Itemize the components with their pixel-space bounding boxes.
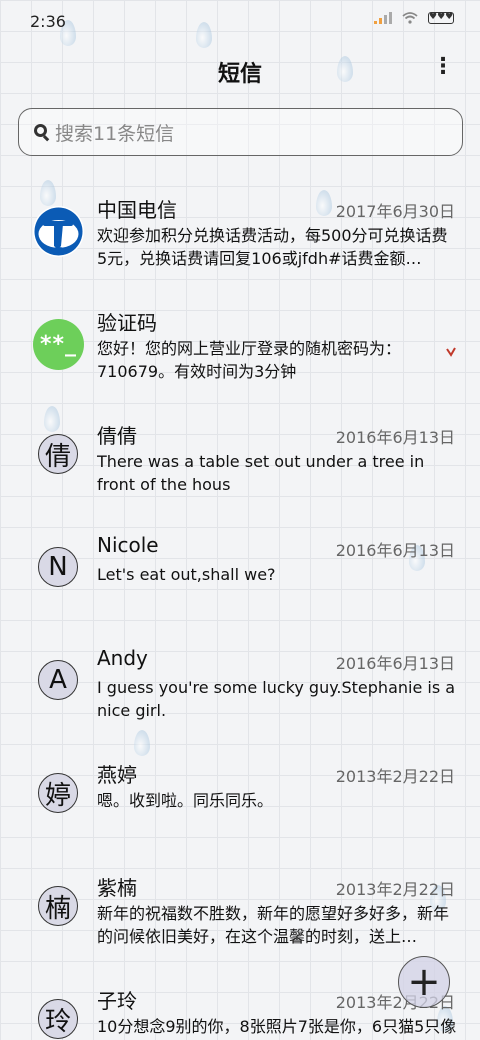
message-preview: Let's eat out,shall we? bbox=[97, 565, 276, 584]
verification-code-avatar: **_ bbox=[33, 319, 84, 370]
message-date: 2017年6月30日 bbox=[335, 202, 455, 221]
conversation-item[interactable]: **_ 验证码 您好！您的网上营业厅登录的随机密码为：710679。有效时间为3… bbox=[0, 289, 480, 402]
app-header: 短信 ⋮ bbox=[0, 44, 480, 100]
battery-icon: ♥♥♥ bbox=[428, 12, 454, 24]
contact-name: 中国电信 bbox=[97, 198, 177, 222]
message-preview: There was a table set out under a tree i… bbox=[97, 452, 425, 494]
contact-name: 燕婷 bbox=[97, 763, 137, 787]
contact-name: Nicole bbox=[97, 533, 159, 557]
message-preview: 10分想念9别的你，8张照片7张是你，6只猫5只像你，4根骨头3根归你，2爪着地… bbox=[97, 1017, 457, 1036]
search-icon bbox=[33, 123, 51, 142]
message-preview: I guess you're some lucky guy.Stephanie … bbox=[97, 678, 456, 720]
contact-name: 子玲 bbox=[97, 989, 137, 1013]
message-preview: 嗯。收到啦。同乐同乐。 bbox=[97, 791, 274, 810]
contact-avatar: N bbox=[38, 547, 78, 587]
china-telecom-logo-icon bbox=[33, 206, 84, 257]
more-vert-icon[interactable]: ⋮ bbox=[432, 56, 454, 78]
message-preview: 您好！您的网上营业厅登录的随机密码为：710679。有效时间为3分钟 bbox=[97, 339, 402, 381]
contact-name: 倩倩 bbox=[97, 424, 137, 448]
add-icon: + bbox=[407, 959, 441, 1005]
contact-avatar: A bbox=[38, 660, 78, 700]
message-date: 2016年6月13日 bbox=[335, 428, 455, 447]
contact-name: Andy bbox=[97, 646, 148, 670]
contact-name: 验证码 bbox=[97, 311, 157, 335]
message-date: 2016年6月13日 bbox=[335, 654, 455, 673]
conversation-list: 中国电信 2017年6月30日 欢迎参加积分兑换话费活动，每500分可兑换话费5… bbox=[0, 176, 480, 1040]
conversation-item[interactable]: 婷 燕婷 2013年2月22日 嗯。收到啦。同乐同乐。 bbox=[0, 741, 480, 854]
status-bar: 2:36 ♥♥♥ bbox=[0, 0, 480, 44]
compose-button[interactable]: + bbox=[398, 956, 450, 1008]
search-placeholder: 搜索11条短信 bbox=[55, 122, 175, 145]
conversation-item[interactable]: 楠 紫楠 2013年2月22日 新年的祝福数不胜数，新年的愿望好多好多，新年的问… bbox=[0, 854, 480, 967]
message-preview: 新年的祝福数不胜数，新年的愿望好多好多，新年的问候依旧美好，在这个温馨的时刻，送… bbox=[97, 904, 450, 946]
conversation-item[interactable]: 倩 倩倩 2016年6月13日 There was a table set ou… bbox=[0, 402, 480, 515]
conversation-item[interactable]: 中国电信 2017年6月30日 欢迎参加积分兑换话费活动，每500分可兑换话费5… bbox=[0, 176, 480, 289]
message-date: 2013年2月22日 bbox=[335, 767, 455, 786]
contact-avatar: 倩 bbox=[38, 434, 78, 474]
contact-name: 紫楠 bbox=[97, 876, 137, 900]
status-icons: ♥♥♥ bbox=[374, 12, 454, 24]
signal-icon bbox=[374, 12, 392, 24]
search-input[interactable]: 搜索11条短信 bbox=[18, 108, 463, 156]
message-date: 2016年6月13日 bbox=[335, 541, 455, 560]
conversation-item[interactable]: N Nicole 2016年6月13日 Let's eat out,shall … bbox=[0, 515, 480, 628]
contact-avatar: 婷 bbox=[38, 773, 78, 813]
conversation-item[interactable]: A Andy 2016年6月13日 I guess you're some lu… bbox=[0, 628, 480, 741]
message-date: 2013年2月22日 bbox=[335, 880, 455, 899]
page-title: 短信 bbox=[217, 62, 262, 87]
clock: 2:36 bbox=[30, 12, 66, 31]
contact-avatar: 玲 bbox=[38, 999, 78, 1039]
wifi-icon bbox=[402, 12, 418, 24]
message-preview: 欢迎参加积分兑换话费活动，每500分可兑换话费5元，兑换话费请回复106或jfd… bbox=[97, 226, 448, 268]
contact-avatar: 楠 bbox=[38, 886, 78, 926]
